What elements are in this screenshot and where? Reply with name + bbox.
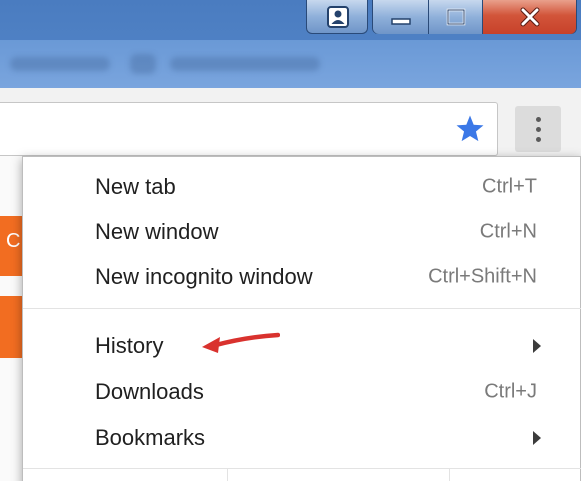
submenu-arrow-icon — [533, 431, 541, 445]
menu-item-shortcut: Ctrl+Shift+N — [428, 265, 537, 288]
blurred-favicon — [130, 54, 156, 74]
blurred-tab-strip — [0, 40, 581, 88]
zoom-row-divider — [449, 469, 450, 481]
page-partial-text: C — [6, 230, 21, 252]
annotation-arrow-icon — [202, 332, 280, 353]
maximize-button[interactable] — [429, 0, 483, 34]
close-x-icon — [520, 7, 539, 27]
maximize-icon — [446, 8, 465, 26]
blurred-tab — [10, 57, 110, 71]
menu-item-shortcut: Ctrl+J — [484, 380, 537, 403]
address-bar[interactable] — [0, 102, 498, 156]
chrome-window-crop: C New tab Ctrl+T New window Ctrl+N New i… — [0, 0, 581, 481]
menu-dot — [535, 136, 541, 142]
menu-dot — [535, 126, 541, 132]
menu-item-shortcut: Ctrl+N — [479, 220, 537, 243]
chrome-main-menu: New tab Ctrl+T New window Ctrl+N New inc… — [22, 156, 581, 481]
person-icon — [327, 6, 349, 28]
window-controls — [372, 0, 577, 34]
menu-item-downloads[interactable]: Downloads Ctrl+J — [23, 370, 563, 414]
submenu-arrow-icon — [533, 339, 541, 353]
minimize-icon — [390, 18, 411, 25]
menu-item-history[interactable]: History — [23, 324, 563, 368]
menu-item-label: New tab — [95, 174, 176, 199]
close-button[interactable] — [483, 0, 576, 34]
menu-item-shortcut: Ctrl+T — [482, 175, 537, 198]
blurred-tab — [170, 57, 320, 71]
menu-item-new-window[interactable]: New window Ctrl+N — [23, 210, 563, 254]
menu-item-label: History — [95, 333, 164, 358]
profile-button[interactable] — [306, 0, 368, 34]
menu-item-label: Downloads — [95, 379, 204, 404]
menu-separator — [23, 468, 581, 469]
menu-separator — [23, 308, 581, 309]
menu-item-label: Bookmarks — [95, 425, 206, 450]
chrome-menu-button[interactable] — [515, 106, 561, 152]
menu-item-new-tab[interactable]: New tab Ctrl+T — [23, 165, 563, 209]
menu-item-label: New incognito window — [95, 264, 313, 289]
page-orange-block — [0, 296, 22, 358]
menu-item-label: New window — [95, 219, 219, 244]
menu-item-new-incognito-window[interactable]: New incognito window Ctrl+Shift+N — [23, 255, 563, 299]
minimize-button[interactable] — [373, 0, 429, 34]
menu-item-bookmarks[interactable]: Bookmarks — [23, 416, 563, 460]
star-icon[interactable] — [453, 112, 487, 146]
page-orange-block: C — [0, 216, 22, 276]
zoom-row-divider — [227, 469, 228, 481]
three-dots-vertical-icon — [535, 116, 541, 122]
